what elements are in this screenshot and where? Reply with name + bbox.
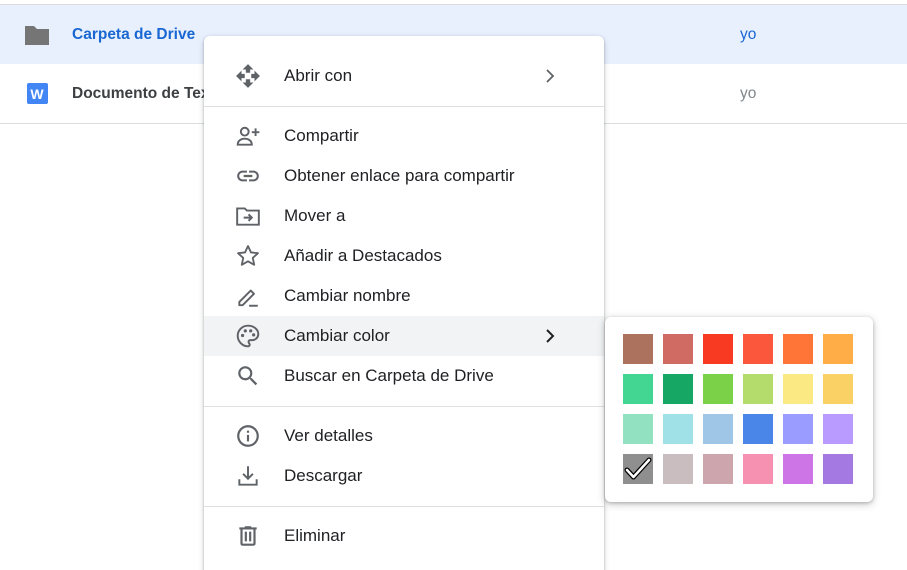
- menu-item-get-link[interactable]: Obtener enlace para compartir: [204, 156, 604, 196]
- menu-item-view-details[interactable]: Ver detalles: [204, 416, 604, 456]
- menu-item-add-starred[interactable]: Añadir a Destacados: [204, 236, 604, 276]
- menu-label: Añadir a Destacados: [284, 246, 442, 265]
- person-add-icon: [234, 122, 262, 150]
- color-swatch[interactable]: [743, 414, 773, 444]
- chevron-right-icon: [542, 68, 558, 84]
- menu-divider: [204, 106, 604, 107]
- color-swatch[interactable]: [783, 454, 813, 484]
- folder-move-icon: [234, 202, 262, 230]
- file-name[interactable]: Carpeta de Drive: [72, 26, 195, 44]
- color-picker: [605, 317, 873, 502]
- menu-item-download[interactable]: Descargar: [204, 456, 604, 496]
- color-swatch[interactable]: [743, 334, 773, 364]
- color-swatch[interactable]: [783, 414, 813, 444]
- menu-item-open-with[interactable]: Abrir con: [204, 56, 604, 96]
- move-arrows-icon: [234, 62, 262, 90]
- menu-item-move-to[interactable]: Mover a: [204, 196, 604, 236]
- menu-item-change-color[interactable]: Cambiar color: [204, 316, 604, 356]
- file-owner: yo: [740, 25, 757, 43]
- star-icon: [234, 242, 262, 270]
- chevron-right-icon: [542, 328, 558, 344]
- menu-item-delete[interactable]: Eliminar: [204, 516, 604, 556]
- menu-label: Eliminar: [284, 526, 346, 545]
- color-swatch[interactable]: [703, 374, 733, 404]
- color-swatch[interactable]: [623, 334, 653, 364]
- folder-icon: [24, 24, 50, 46]
- color-swatch-grid: [623, 334, 853, 484]
- file-owner: yo: [740, 84, 757, 102]
- color-swatch[interactable]: [703, 334, 733, 364]
- color-swatch[interactable]: [823, 334, 853, 364]
- palette-icon: [234, 322, 262, 350]
- word-badge: W: [26, 83, 48, 104]
- color-swatch[interactable]: [663, 334, 693, 364]
- color-swatch[interactable]: [703, 414, 733, 444]
- menu-label: Descargar: [284, 466, 363, 485]
- trash-icon: [234, 522, 262, 550]
- color-swatch[interactable]: [743, 454, 773, 484]
- color-swatch[interactable]: [743, 374, 773, 404]
- color-swatch[interactable]: [663, 414, 693, 444]
- link-icon: [234, 162, 262, 190]
- menu-item-search-in[interactable]: Buscar en Carpeta de Drive: [204, 356, 604, 396]
- menu-item-share[interactable]: Compartir: [204, 116, 604, 156]
- menu-label: Obtener enlace para compartir: [284, 166, 515, 185]
- color-swatch[interactable]: [823, 454, 853, 484]
- menu-label: Compartir: [284, 126, 359, 145]
- menu-label: Ver detalles: [284, 426, 373, 445]
- checkmark-icon: [624, 457, 652, 480]
- word-doc-icon: W: [24, 83, 50, 105]
- color-swatch[interactable]: [623, 374, 653, 404]
- menu-label: Cambiar nombre: [284, 286, 411, 305]
- info-icon: [234, 422, 262, 450]
- color-swatch[interactable]: [623, 454, 653, 484]
- menu-label: Abrir con: [284, 66, 353, 85]
- menu-divider: [204, 506, 604, 507]
- color-swatch[interactable]: [823, 374, 853, 404]
- menu-label: Mover a: [284, 206, 346, 225]
- pencil-icon: [234, 282, 262, 310]
- search-icon: [234, 362, 262, 390]
- menu-label: Cambiar color: [284, 326, 390, 345]
- color-swatch[interactable]: [663, 374, 693, 404]
- color-swatch[interactable]: [623, 414, 653, 444]
- color-swatch[interactable]: [783, 334, 813, 364]
- color-swatch[interactable]: [663, 454, 693, 484]
- menu-item-rename[interactable]: Cambiar nombre: [204, 276, 604, 316]
- menu-divider: [204, 406, 604, 407]
- file-name[interactable]: Documento de Tex: [72, 85, 210, 103]
- menu-label: Buscar en Carpeta de Drive: [284, 366, 494, 385]
- color-swatch[interactable]: [823, 414, 853, 444]
- color-swatch[interactable]: [703, 454, 733, 484]
- color-swatch[interactable]: [783, 374, 813, 404]
- context-menu: Abrir con Compartir Obtener enlace para …: [204, 36, 604, 570]
- download-icon: [234, 462, 262, 490]
